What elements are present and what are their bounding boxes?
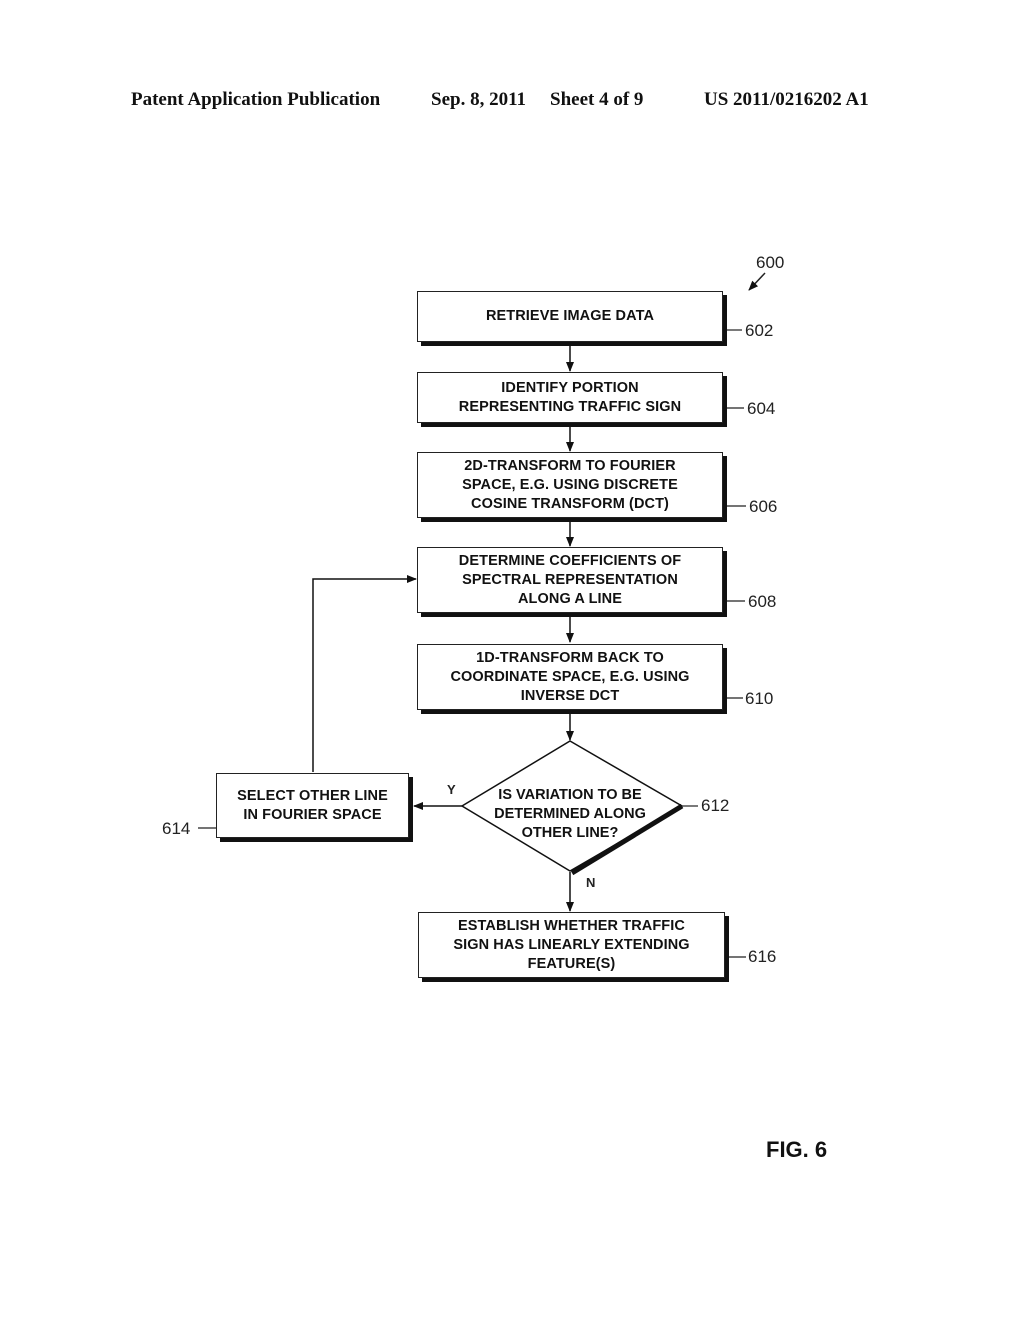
step-text-610: 1D-TRANSFORM BACK TO COORDINATE SPACE, E… [450, 649, 690, 704]
step-ref-616: 616 [748, 947, 777, 966]
step-box-604: IDENTIFY PORTION REPRESENTING TRAFFIC SI… [417, 372, 723, 423]
step-ref-612: 612 [701, 796, 730, 815]
figure-ref-number: 600 [756, 253, 785, 272]
step-text-604: IDENTIFY PORTION REPRESENTING TRAFFIC SI… [458, 379, 682, 415]
step-text-608: DETERMINE COEFFICIENTS OF SPECTRAL REPRE… [458, 552, 682, 607]
step-text-616: ESTABLISH WHETHER TRAFFIC SIGN HAS LINEA… [453, 917, 690, 972]
step-box-602: RETRIEVE IMAGE DATA [417, 291, 723, 342]
step-text-602: RETRIEVE IMAGE DATA [485, 308, 655, 324]
step-ref-602: 602 [745, 321, 774, 340]
step-box-616: ESTABLISH WHETHER TRAFFIC SIGN HAS LINEA… [418, 912, 725, 978]
step-text-606: 2D-TRANSFORM TO FOURIER SPACE, E.G. USIN… [462, 457, 678, 512]
step-box-610: 1D-TRANSFORM BACK TO COORDINATE SPACE, E… [417, 644, 723, 710]
step-ref-606: 606 [749, 497, 778, 516]
step-ref-604: 604 [747, 399, 776, 418]
step-box-608: DETERMINE COEFFICIENTS OF SPECTRAL REPRE… [417, 547, 723, 613]
branch-label-yes: Y [447, 782, 456, 797]
step-box-606: 2D-TRANSFORM TO FOURIER SPACE, E.G. USIN… [417, 452, 723, 518]
step-text-614: SELECT OTHER LINE IN FOURIER SPACE [237, 787, 388, 823]
step-ref-610: 610 [745, 689, 774, 708]
step-ref-608: 608 [748, 592, 777, 611]
step-ref-614: 614 [162, 819, 191, 838]
branch-label-no: N [586, 875, 596, 890]
step-box-614: SELECT OTHER LINE IN FOURIER SPACE [216, 773, 409, 838]
decision-text-612: IS VARIATION TO BE DETERMINED ALONG OTHE… [494, 787, 646, 841]
figure-ref-arrow [748, 272, 766, 291]
figure-label: FIG. 6 [766, 1137, 828, 1162]
loop-back-line [312, 575, 417, 772]
